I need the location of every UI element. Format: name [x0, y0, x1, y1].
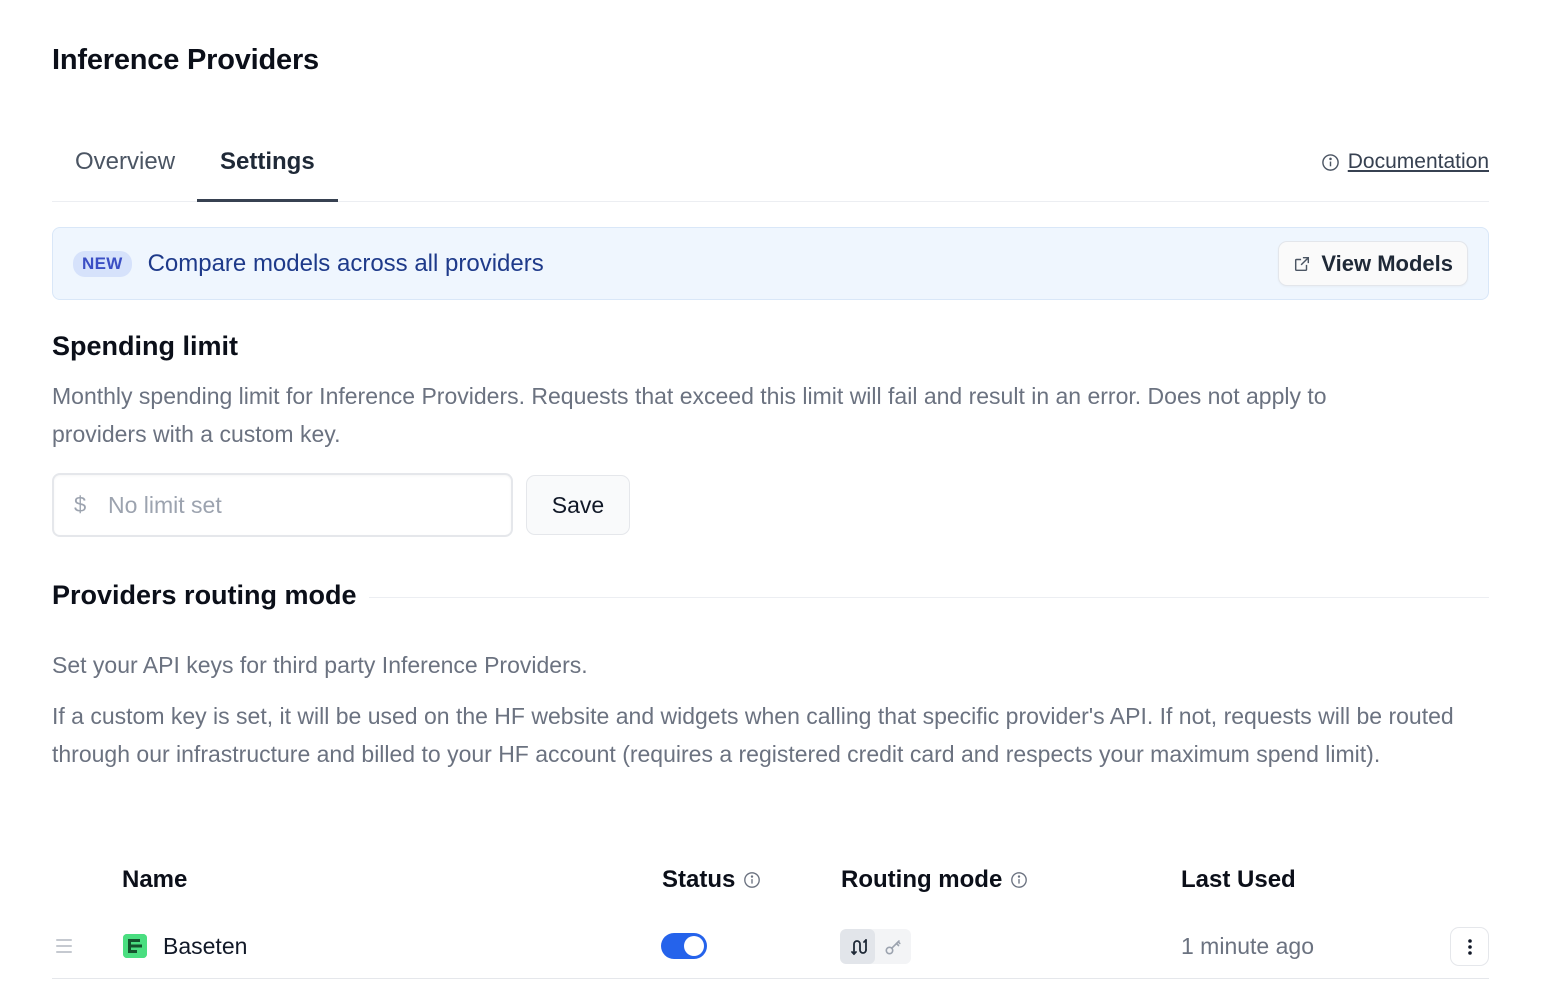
status-toggle[interactable] [661, 933, 707, 959]
routing-description-short: Set your API keys for third party Infere… [52, 652, 588, 678]
column-header-name-label: Name [122, 866, 188, 893]
more-options-button[interactable] [1450, 927, 1489, 966]
banner-text: Compare models across all providers [147, 249, 544, 277]
key-icon [884, 939, 901, 955]
documentation-link[interactable]: Documentation [1321, 150, 1489, 174]
routing-mode-selector [840, 929, 911, 964]
spending-limit-input[interactable] [108, 491, 488, 519]
external-link-icon [1295, 256, 1310, 271]
column-header-last-used: Last Used [1181, 866, 1296, 894]
tab-overview[interactable]: Overview [52, 130, 198, 202]
status-info-icon[interactable] [743, 871, 761, 889]
page-title: Inference Providers [52, 44, 319, 76]
table-row: Baseten 1 minute ago [52, 914, 1489, 979]
column-header-routing-mode: Routing mode [841, 866, 1028, 894]
route-icon [850, 938, 867, 955]
drag-handle-icon[interactable] [56, 939, 72, 953]
column-header-status-label: Status [662, 866, 736, 893]
section-divider [369, 597, 1489, 598]
routing-description-long: If a custom key is set, it will be used … [52, 703, 1454, 767]
new-badge: NEW [73, 250, 132, 277]
tab-bar: Overview Settings Documentation [52, 130, 1489, 202]
routing-mode-title: Providers routing mode [52, 580, 357, 610]
column-header-routing-mode-label: Routing mode [841, 866, 1003, 893]
info-circle-icon [1321, 153, 1339, 171]
column-header-status: Status [662, 866, 761, 894]
routing-custom-key-option[interactable] [875, 929, 910, 964]
baseten-logo-icon [123, 934, 147, 958]
routing-mode-info-icon[interactable] [1010, 871, 1028, 889]
view-models-button[interactable]: View Models [1278, 241, 1468, 286]
column-header-last-used-label: Last Used [1181, 866, 1296, 893]
spending-limit-title: Spending limit [52, 331, 238, 361]
tab-settings[interactable]: Settings [197, 130, 338, 202]
spending-limit-description: Monthly spending limit for Inference Pro… [52, 383, 1327, 447]
inference-providers-page: Inference Providers Overview Settings Do… [0, 0, 1546, 984]
currency-symbol: $ [74, 492, 87, 517]
toggle-knob [684, 936, 704, 956]
routing-hf-option[interactable] [840, 929, 875, 964]
column-header-name: Name [122, 866, 187, 894]
provider-name: Baseten [163, 933, 248, 959]
vertical-ellipsis-icon [1467, 938, 1472, 955]
view-models-label: View Models [1321, 250, 1453, 276]
spending-limit-field: $ [52, 473, 513, 537]
last-used-value: 1 minute ago [1181, 933, 1314, 959]
documentation-label: Documentation [1347, 150, 1489, 173]
save-button[interactable]: Save [526, 475, 630, 535]
compare-models-banner: NEW Compare models across all providers … [52, 227, 1489, 300]
